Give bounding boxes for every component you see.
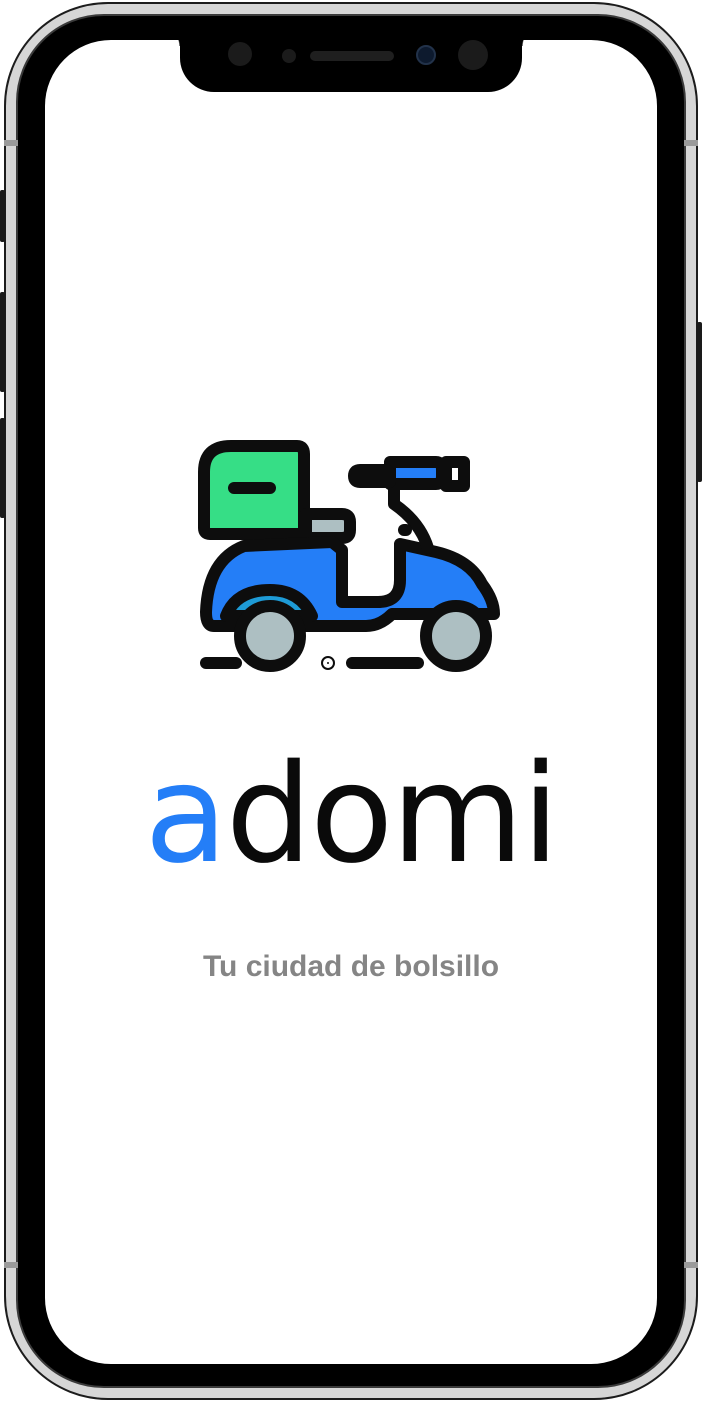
delivery-scooter-icon — [198, 440, 500, 672]
flood-illuminator — [458, 40, 488, 70]
tagline: Tu ciudad de bolsillo — [202, 950, 500, 983]
volume-up-button — [0, 292, 5, 392]
mirror-grip — [440, 456, 470, 492]
antenna-band — [4, 140, 18, 146]
antenna-band — [684, 140, 698, 146]
phone-screen — [45, 40, 657, 1364]
ground-dot — [321, 656, 335, 670]
brand-logo-text: domi — [225, 736, 560, 894]
power-button — [697, 322, 702, 482]
headlight — [348, 464, 396, 488]
mute-switch — [0, 190, 5, 242]
brand-logo: adomi — [0, 740, 702, 890]
camera-notch — [162, 28, 540, 92]
antenna-band — [4, 1262, 18, 1268]
front-camera — [416, 45, 436, 65]
antenna-band — [684, 1262, 698, 1268]
front-wheel — [420, 600, 492, 672]
volume-down-button — [0, 418, 5, 518]
earpiece-speaker — [310, 51, 394, 61]
proximity-dot — [282, 49, 296, 63]
handlebar — [384, 456, 448, 490]
brand-logo-accent: a — [144, 736, 227, 894]
scooter-seat — [300, 508, 356, 544]
rear-wheel — [234, 600, 306, 672]
sensor-dot — [228, 42, 252, 66]
